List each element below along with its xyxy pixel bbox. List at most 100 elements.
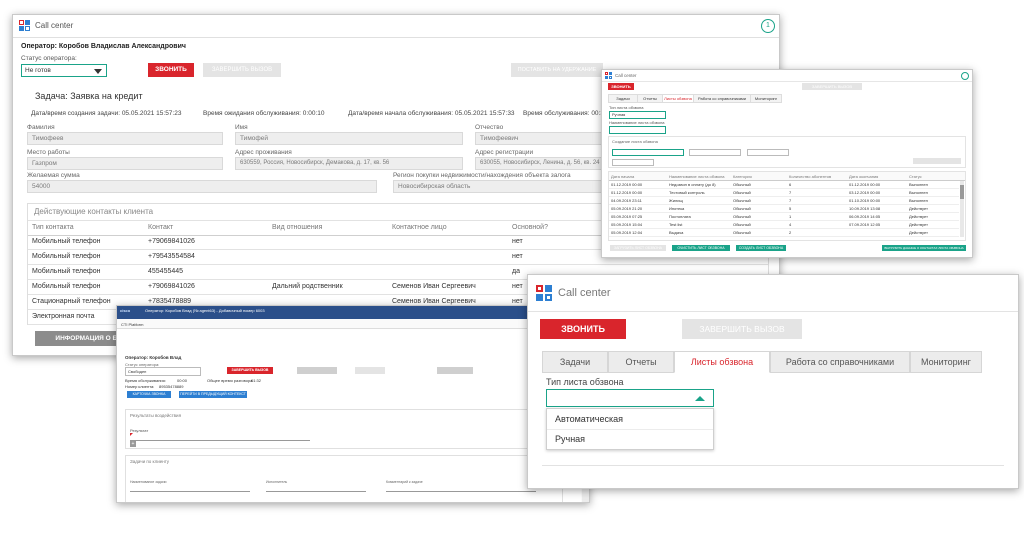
table-row[interactable]: 05.09.2019 21:20 Ипотека Обычный 5 10.09.201… xyxy=(609,205,959,213)
scrollbar-thumb[interactable] xyxy=(960,185,964,199)
tasks-panel: Задачи по клиенту Наименование задачи Ис… xyxy=(125,455,563,502)
service-time: 00:00 xyxy=(177,378,188,383)
action-button-3[interactable] xyxy=(437,367,473,374)
tab-tasks[interactable]: Задачи xyxy=(542,351,608,373)
window-title: Оператор: Коробов Влад (№ agent63) - Доб… xyxy=(145,308,265,313)
result-select[interactable] xyxy=(130,435,310,441)
upload-list-button[interactable]: ЗАГРУЗИТЬ ЛИСТ ОБЗВОНА xyxy=(610,245,666,251)
app-logo-icon xyxy=(536,285,552,301)
end-call-button[interactable]: ЗАВЕРШИТЬ ВЫЗОВ xyxy=(802,83,862,90)
create-field-2[interactable] xyxy=(689,149,741,156)
tabs: Задачи Отчеты Листы обзвона Работа со сп… xyxy=(608,94,788,103)
window-title: Call center xyxy=(35,21,74,30)
menu-item-manual[interactable]: Ручная xyxy=(547,429,713,449)
add-icon[interactable]: + xyxy=(130,441,136,447)
patronymic-field[interactable]: Тимофеевич xyxy=(475,132,605,145)
created-time: Дата/время создания задачи: 05.05.2021 1… xyxy=(31,110,182,117)
list-type-select[interactable]: Ручная xyxy=(609,111,666,119)
task-executor-input[interactable] xyxy=(266,487,366,492)
cisco-logo: cisco xyxy=(120,308,131,313)
tab-dictionaries[interactable]: Работа со справочниками xyxy=(770,351,910,373)
hold-button[interactable]: ПОСТАВИТЬ НА УДЕРЖАНИЕ xyxy=(511,63,603,77)
table-row[interactable]: 04.09.2019 23:11 Жилищ Обычный 7 01.10.2019 … xyxy=(609,197,959,205)
call-card-button[interactable]: КАРТОЧКА ЗВОНКА xyxy=(127,391,171,398)
end-call-button[interactable]: ЗАВЕРШИТЬ ВЫЗОВ xyxy=(682,319,802,339)
address-label: Адрес проживания xyxy=(235,149,292,156)
end-call-button[interactable]: ЗАВЕРШИТЬ ВЫЗОВ xyxy=(227,367,273,374)
table-row[interactable]: 01.12.2019 00:00 Недозвон в оплату (до 8)… xyxy=(609,181,959,189)
tab-dictionaries[interactable]: Работа со справочниками xyxy=(693,94,751,103)
table-row[interactable]: 01.12.2019 00:00 Тестовый контроль Обычный… xyxy=(609,189,959,197)
titlebar: cisco Оператор: Коробов Влад (№ agent63)… xyxy=(117,306,589,319)
action-button-2[interactable] xyxy=(355,367,385,374)
titlebar: Call center xyxy=(602,70,972,82)
surname-field[interactable]: Тимофеев xyxy=(27,132,223,145)
list-name-label: Наименование листа обзвона xyxy=(609,120,665,125)
region-field[interactable]: Новосибирская область xyxy=(393,180,605,193)
prev-context-button[interactable]: ПЕРЕЙТИ В ПРЕДЫДУЩИЙ КОНТЕКСТ xyxy=(179,391,247,398)
task-col-comment: Комментарий к задаче xyxy=(386,480,423,484)
clear-list-button[interactable]: ОЧИСТИТЬ ЛИСТ ОБЗВОНА xyxy=(672,245,730,251)
col-contact[interactable]: Контакт xyxy=(148,224,173,231)
list-name-select[interactable] xyxy=(609,126,666,134)
result-panel: Результаты воздействия Результат + xyxy=(125,409,563,449)
status-select[interactable]: Не готов xyxy=(21,64,107,77)
name-label: Имя xyxy=(235,124,248,131)
table-row[interactable]: 05.09.2019 12:04 Выдача Обычный 2 Действует xyxy=(609,229,959,237)
required-marker-icon xyxy=(130,433,133,436)
create-field-3[interactable] xyxy=(747,149,789,156)
col-person[interactable]: Контактное лицо xyxy=(392,224,447,231)
create-field-1[interactable] xyxy=(612,149,684,156)
call-center-window: Call center ЗВОНИТЬ ЗАВЕРШИТЬ ВЫЗОВ Зада… xyxy=(527,274,1019,489)
table-row[interactable]: 05.09.2019 07:25 Постоплата Обычный 1 06.09.… xyxy=(609,213,959,221)
end-call-button[interactable]: ЗАВЕРШИТЬ ВЫЗОВ xyxy=(203,63,281,77)
call-button[interactable]: ЗВОНИТЬ xyxy=(608,83,634,90)
address-field[interactable]: 630559, Россия, Новосибирск, Демакова, д… xyxy=(235,157,463,170)
call-button[interactable]: ЗВОНИТЬ xyxy=(540,319,626,339)
task-comment-input[interactable] xyxy=(386,487,536,492)
window-title: Call center xyxy=(558,287,611,299)
col-primary[interactable]: Основной? xyxy=(512,224,548,231)
create-field-4[interactable] xyxy=(612,159,654,166)
menu-item-automatic[interactable]: Автоматическая xyxy=(547,409,713,430)
col-type[interactable]: Тип контакта xyxy=(32,224,74,231)
reg-field[interactable]: 630055, Новосибирск, Ленина, д. 56, кв. … xyxy=(475,157,605,170)
tab-reports[interactable]: Отчеты xyxy=(637,94,663,103)
list-type-label: Тип листа обзвона xyxy=(609,105,644,110)
scrollbar[interactable] xyxy=(960,181,964,237)
help-icon[interactable]: 1 xyxy=(761,19,775,33)
status-label: Статус оператора: xyxy=(21,55,77,62)
task-col-name: Наименование задачи xyxy=(130,480,167,484)
name-field[interactable]: Тимофей xyxy=(235,132,463,145)
create-section: Создание листа обзвона xyxy=(608,136,966,168)
status-select[interactable]: Свободен xyxy=(125,367,201,376)
create-disabled-button[interactable] xyxy=(913,158,961,164)
table-header: Дата начала Наименование листа обзвона К… xyxy=(609,172,965,181)
tab-monitoring[interactable]: Мониторинг xyxy=(910,351,982,373)
col-relation[interactable]: Вид отношения xyxy=(272,224,322,231)
titlebar: Call center 1 xyxy=(13,15,779,38)
help-icon[interactable] xyxy=(961,72,969,80)
action-button-1[interactable] xyxy=(297,367,337,374)
result-section: Результаты воздействия xyxy=(130,413,182,418)
total-time: 01:32 xyxy=(251,378,262,383)
sum-label: Желаемая сумма xyxy=(27,172,80,179)
export-contacts-button[interactable]: ВЫГРУЗИТЬ ДАННЫЕ О КОНТАКТАХ ЛИСТА ОБЗВО… xyxy=(882,245,966,251)
waiting-time: Время ожидания обслуживания: 0:00:10 xyxy=(203,110,325,117)
app-logo-icon xyxy=(605,72,612,79)
table-row[interactable]: 05.09.2019 15:04 Test list Обычный 4 07.09.2… xyxy=(609,221,959,229)
sum-field[interactable]: 54000 xyxy=(27,180,377,193)
tab-monitoring[interactable]: Мониторинг xyxy=(750,94,782,103)
create-list-button[interactable]: СОЗДАТЬ ЛИСТ ОБЗВОНА xyxy=(736,245,786,251)
list-type-select[interactable] xyxy=(546,389,714,407)
tab-call-lists[interactable]: Листы обзвона xyxy=(662,94,694,103)
tab-call-lists[interactable]: Листы обзвона xyxy=(674,351,770,373)
contacts-title: Действующие контакты клиента xyxy=(34,207,154,216)
task-name-input[interactable] xyxy=(130,487,250,492)
call-button[interactable]: ЗВОНИТЬ xyxy=(148,63,194,77)
tab-reports[interactable]: Отчеты xyxy=(608,351,674,373)
tab-tasks[interactable]: Задачи xyxy=(608,94,638,103)
work-field[interactable]: Газпром xyxy=(27,157,223,170)
service-time: Время обслуживания: 00:32 xyxy=(523,110,608,117)
divider xyxy=(542,465,1004,466)
